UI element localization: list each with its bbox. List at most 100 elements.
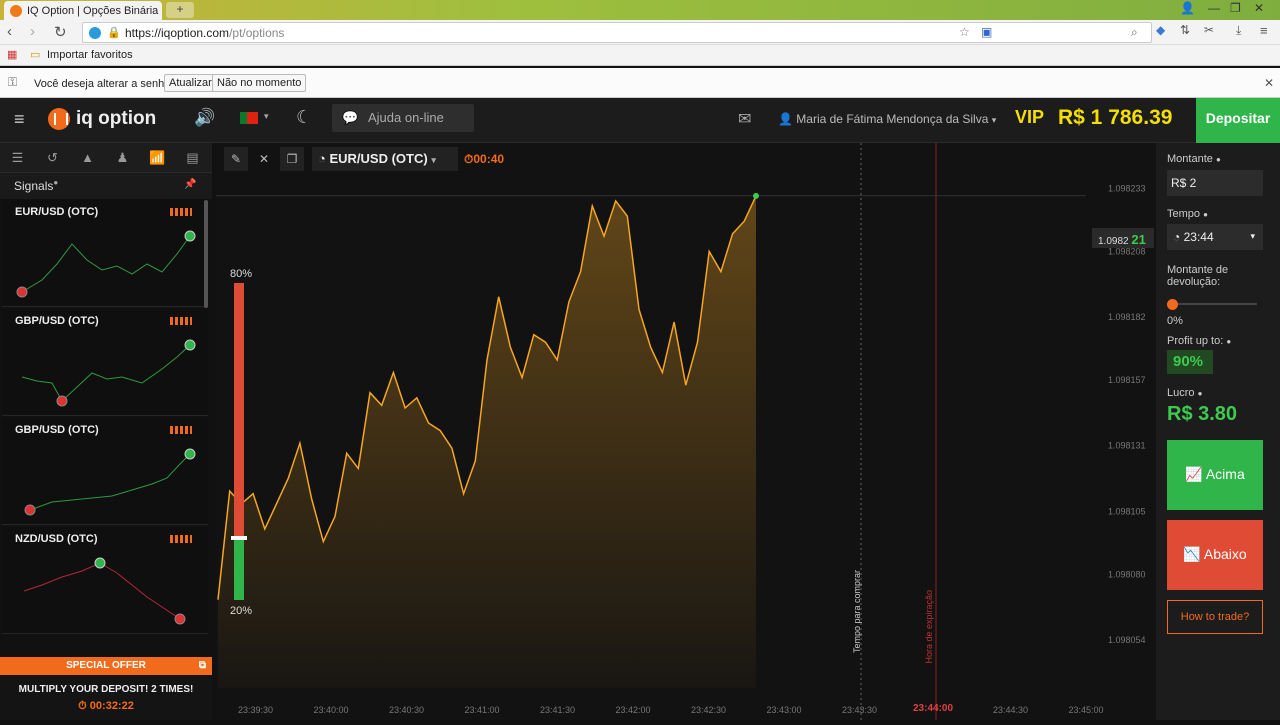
- window-close-icon[interactable]: ✕: [1254, 1, 1264, 15]
- ext-1-icon[interactable]: ◆: [1156, 23, 1165, 37]
- sentiment-marker: [231, 536, 247, 540]
- account-balance[interactable]: R$ 1 786.39: [1058, 106, 1172, 130]
- extension-icon[interactable]: ▣: [981, 25, 992, 39]
- sidebar-toolbar: ☰ ↺ ▲ ♟ 📶 ▤: [0, 143, 212, 173]
- hamburger-icon[interactable]: ≡: [14, 109, 25, 130]
- pin-icon[interactable]: 📌: [184, 179, 196, 190]
- download-icon[interactable]: ⤓: [1236, 23, 1241, 38]
- y-tick-label: 1.098182: [1108, 312, 1146, 322]
- ext-3-icon[interactable]: ✂: [1204, 23, 1214, 37]
- clock-icon: ◔: [1173, 230, 1181, 244]
- lucro-label: Lucro ●: [1167, 387, 1202, 399]
- external-link-icon[interactable]: ⧉: [199, 657, 206, 675]
- back-icon[interactable]: ‹: [7, 23, 12, 40]
- price-chart[interactable]: 1.098233 1.098208 1.098182 1.098157 1.098131…: [216, 143, 1156, 725]
- infobar-update-button[interactable]: Atualizar: [164, 74, 217, 92]
- x-tick-label: 23:42:00: [616, 705, 651, 715]
- forward-icon[interactable]: ›: [30, 23, 35, 40]
- language-dropdown-icon[interactable]: ▾: [264, 111, 269, 122]
- info-icon[interactable]: ●: [1198, 389, 1203, 398]
- user-name: Maria de Fátima Mendonça da Silva: [796, 112, 989, 126]
- x-tick-label: 23:45:00: [1069, 705, 1104, 715]
- y-tick-label: 1.098233: [1108, 183, 1146, 193]
- copy-layout-icon[interactable]: ❐: [280, 147, 304, 171]
- new-tab-button[interactable]: +: [166, 2, 194, 18]
- info-icon[interactable]: ●: [1216, 155, 1221, 164]
- timer-icon: ⏱: [464, 152, 474, 166]
- flag-portugal-icon[interactable]: [240, 112, 258, 124]
- chart-icon[interactable]: ▲: [70, 150, 105, 165]
- info-icon[interactable]: ●: [53, 178, 58, 187]
- draw-pencil-icon[interactable]: ✎: [224, 147, 248, 171]
- address-row: ‹ › ↻ 🔒 https://iqoption.com/pt/options …: [0, 20, 1280, 45]
- call-label: Acima: [1205, 466, 1245, 482]
- infobar-notnow-button[interactable]: Não no momento: [212, 74, 307, 92]
- vip-badge: VIP: [1015, 107, 1045, 127]
- user-dropdown-icon: ▾: [991, 115, 997, 125]
- call-button[interactable]: 📈 Acima: [1167, 440, 1263, 510]
- tab-title: IQ Option | Opções Binária: [27, 4, 159, 17]
- sidebar-scrollbar[interactable]: [204, 200, 208, 308]
- url-path: /pt/options: [229, 26, 285, 40]
- special-offer-banner[interactable]: SPECIAL OFFER ⧉: [0, 657, 212, 675]
- x-tick-label: 23:41:30: [540, 705, 575, 715]
- menu-icon[interactable]: ≡: [1260, 23, 1268, 38]
- x-tick-label: 23:43:00: [767, 705, 802, 715]
- search-icon[interactable]: ⌕: [1131, 25, 1138, 40]
- current-price-tag: 1.0982 21: [1092, 228, 1154, 248]
- sound-icon[interactable]: 🔊: [194, 108, 215, 128]
- browser-tab[interactable]: IQ Option | Opções Binária ✕: [4, 1, 162, 20]
- star-icon[interactable]: ☆: [959, 25, 970, 39]
- info-icon[interactable]: ●: [1203, 210, 1208, 219]
- signal-card[interactable]: GBP/USD (OTC): [2, 309, 208, 416]
- clock-icon: ◔: [318, 151, 326, 166]
- put-button[interactable]: 📉 Abaixo: [1167, 520, 1263, 590]
- time-label-text: Tempo: [1167, 208, 1201, 220]
- history-icon[interactable]: ↺: [35, 150, 70, 166]
- url-bar[interactable]: 🔒 https://iqoption.com/pt/options ☆ ▣ ⌕: [82, 22, 1152, 43]
- online-help-button[interactable]: 💬 Ajuda on-line: [332, 104, 474, 132]
- traders-icon[interactable]: ♟: [105, 150, 140, 166]
- amount-label-text: Montante: [1167, 153, 1213, 165]
- price-area: [218, 195, 756, 688]
- user-icon[interactable]: 👤: [1180, 1, 1195, 15]
- time-value: 23:44: [1183, 230, 1214, 244]
- logo-text: iq option: [76, 108, 157, 129]
- profit-label: Profit up to: ●: [1167, 335, 1231, 347]
- amount-input[interactable]: R$ 2: [1167, 170, 1263, 196]
- signal-sparkline: [21, 339, 196, 407]
- how-to-trade-button[interactable]: How to trade?: [1167, 600, 1263, 634]
- signal-card[interactable]: GBP/USD (OTC): [2, 418, 208, 525]
- return-slider[interactable]: [1167, 303, 1257, 305]
- night-mode-icon[interactable]: ☾: [296, 107, 312, 128]
- return-label: Montante de devolução:: [1167, 264, 1229, 288]
- asset-dropdown-icon: ▾: [431, 155, 436, 165]
- signal-card[interactable]: NZD/USD (OTC): [2, 527, 208, 634]
- reload-icon[interactable]: ↻: [54, 23, 67, 41]
- bookmark-import[interactable]: Importar favoritos: [47, 49, 133, 61]
- asset-selector[interactable]: ◔ EUR/USD (OTC) ▾: [312, 147, 458, 171]
- news-icon[interactable]: ▤: [175, 150, 210, 166]
- mail-icon[interactable]: ✉: [738, 109, 751, 129]
- signals-icon[interactable]: 📶: [140, 150, 175, 166]
- infobar-close-icon[interactable]: ✕: [1264, 76, 1274, 90]
- maximize-icon[interactable]: ❐: [1230, 1, 1241, 15]
- user-menu[interactable]: 👤 Maria de Fátima Mendonça da Silva ▾: [778, 112, 996, 126]
- list-icon[interactable]: ☰: [0, 150, 35, 166]
- apps-icon[interactable]: ▦: [7, 48, 17, 61]
- deposit-button[interactable]: Depositar: [1196, 98, 1280, 143]
- close-drawing-icon[interactable]: ✕: [252, 147, 276, 171]
- return-slider-knob[interactable]: [1167, 299, 1178, 310]
- signal-asset: GBP/USD (OTC): [15, 424, 99, 436]
- signal-asset: GBP/USD (OTC): [15, 315, 99, 327]
- sentiment-down-bar: [234, 283, 244, 538]
- time-select[interactable]: ◔ 23:44 ▾: [1167, 224, 1263, 250]
- minimize-icon[interactable]: —: [1208, 1, 1220, 15]
- iqoption-logo[interactable]: iq option: [48, 108, 156, 130]
- time-dropdown-icon: ▾: [1250, 231, 1255, 241]
- signal-card[interactable]: EUR/USD (OTC): [2, 200, 208, 307]
- ext-2-icon[interactable]: ⇅: [1180, 23, 1190, 37]
- signal-strength-icon: [170, 208, 192, 216]
- info-icon[interactable]: ●: [1226, 337, 1231, 346]
- chart-svg: 1.0982331.0982081.0981821.0981571.098131…: [216, 143, 1146, 725]
